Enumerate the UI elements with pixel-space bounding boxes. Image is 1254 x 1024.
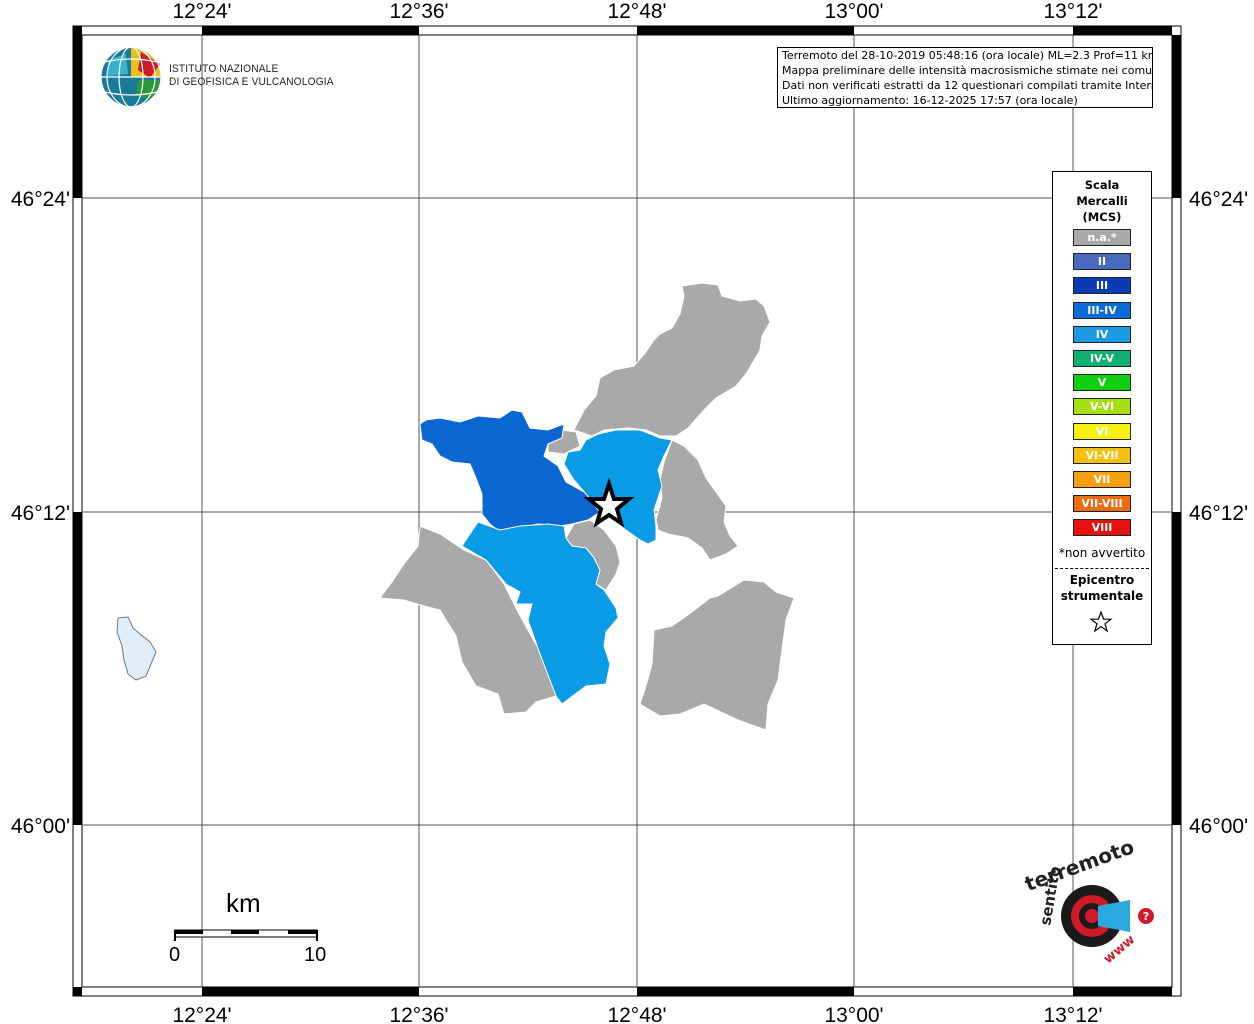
- legend-item: V-VI: [1073, 398, 1131, 416]
- event-info-box: Terremoto del 28-10-2019 05:48:16 (ora l…: [777, 47, 1153, 108]
- legend-title-line: Scala: [1084, 178, 1120, 192]
- ingv-logo-icon: [100, 46, 162, 108]
- legend-title-line: (MCS): [1082, 210, 1122, 224]
- lon-labels-bottom: 12°24' 12°36' 12°48' 13°00' 13°12': [172, 1004, 1102, 1024]
- lon-label: 12°36': [389, 0, 448, 23]
- lat-label: 46°12': [1189, 502, 1248, 525]
- lat-label: 46°12': [11, 502, 70, 525]
- lon-label: 13°12': [1043, 1004, 1102, 1024]
- scale-max: 10: [304, 944, 327, 966]
- scale-unit: km: [226, 888, 261, 918]
- legend-item: IV: [1073, 325, 1131, 343]
- legend-divider: [1055, 568, 1149, 569]
- legend-epicenter-line: Epicentro: [1069, 573, 1135, 587]
- legend-epicenter-label: Epicentro strumentale: [1053, 572, 1151, 604]
- lon-label: 12°36': [389, 1004, 448, 1024]
- lat-label: 46°24': [1189, 188, 1248, 211]
- legend-item: III: [1073, 277, 1131, 295]
- lon-label: 12°24': [172, 1004, 231, 1024]
- event-info-line: Terremoto del 28-10-2019 05:48:16 (ora l…: [782, 49, 1153, 62]
- svg-text:?: ?: [1143, 910, 1149, 923]
- legend-epicenter-line: strumentale: [1060, 589, 1144, 603]
- ingv-logo-text: ISTITUTO NAZIONALE DI GEOFISICA E VULCAN…: [169, 63, 334, 89]
- lon-label: 12°48': [607, 0, 666, 23]
- lon-label: 12°24': [172, 0, 231, 23]
- lat-label: 46°24': [11, 188, 70, 211]
- legend-item: VI-VII: [1073, 446, 1131, 464]
- legend-item: II: [1073, 253, 1131, 271]
- event-info-line: Ultimo aggiornamento: 16-12-2025 17:57 (…: [782, 94, 1078, 107]
- event-info-line: Mappa preliminare delle intensità macros…: [782, 64, 1153, 77]
- lat-label: 46°00': [11, 815, 70, 838]
- legend-title-line: Mercalli: [1076, 194, 1128, 208]
- lon-labels-top: 12°24' 12°36' 12°48' 13°00' 13°12': [172, 0, 1102, 23]
- scale-min: 0: [169, 944, 181, 966]
- event-info-line: Dati non verificati estratti da 12 quest…: [782, 79, 1153, 92]
- lon-label: 13°12': [1043, 0, 1102, 23]
- legend-item: IV-V: [1073, 350, 1131, 367]
- lon-label: 13°00': [824, 1004, 883, 1024]
- legend-item: VI: [1073, 422, 1131, 440]
- legend-item: VII: [1073, 471, 1131, 488]
- legend-item: III-IV: [1073, 301, 1131, 319]
- legend-title: Scala Mercalli (MCS): [1053, 177, 1151, 225]
- mcs-legend: Scala Mercalli (MCS) n.a.* II III III-IV IV I…: [1052, 171, 1152, 645]
- legend-item: n.a.*: [1073, 229, 1131, 246]
- epicenter-star-icon: [1089, 610, 1113, 633]
- lat-label: 46°00': [1189, 815, 1248, 838]
- legend-item: VIII: [1073, 519, 1131, 537]
- lon-label: 13°00': [824, 0, 883, 23]
- legend-note: *non avvertito: [1058, 546, 1146, 560]
- lat-labels-right: 46°24' 46°12' 46°00': [1189, 188, 1248, 838]
- legend-item: V: [1073, 374, 1131, 392]
- legend-item: VII-VIII: [1073, 495, 1131, 513]
- lat-labels-left: 46°24' 46°12' 46°00': [11, 188, 70, 838]
- ingv-line-2: DI GEOFISICA E VULCANOLOGIA: [169, 76, 334, 88]
- lon-label: 12°48': [607, 1004, 666, 1024]
- ingv-line-1: ISTITUTO NAZIONALE: [169, 63, 279, 75]
